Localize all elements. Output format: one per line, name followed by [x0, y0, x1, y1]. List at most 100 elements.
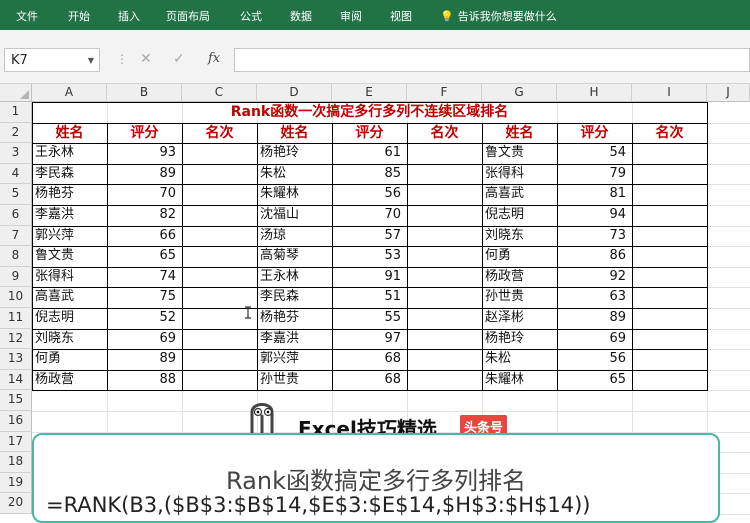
rank-cell[interactable] [407, 329, 482, 350]
ribbon-tab[interactable]: 公式 [240, 8, 262, 24]
score-cell[interactable]: 54 [557, 143, 632, 164]
name-cell[interactable]: 高菊琴 [257, 246, 332, 267]
name-cell[interactable]: 朱松 [257, 164, 332, 185]
header-cell[interactable]: 名次 [632, 123, 707, 144]
score-cell[interactable]: 65 [107, 246, 182, 267]
name-box[interactable]: K7 ▼ [4, 48, 100, 72]
score-cell[interactable]: 82 [107, 205, 182, 226]
score-cell[interactable]: 86 [557, 246, 632, 267]
name-cell[interactable]: 王永林 [257, 267, 332, 288]
score-cell[interactable]: 89 [107, 349, 182, 370]
row-header[interactable]: 5 [0, 184, 32, 205]
name-cell[interactable]: 王永林 [32, 143, 107, 164]
row-header[interactable]: 3 [0, 143, 32, 164]
ribbon-tab[interactable]: 数据 [290, 8, 312, 24]
score-cell[interactable]: 89 [107, 164, 182, 185]
header-cell[interactable]: 姓名 [482, 123, 557, 144]
rank-cell[interactable] [407, 287, 482, 308]
header-cell[interactable]: 姓名 [32, 123, 107, 144]
row-header[interactable]: 17 [0, 431, 32, 453]
rank-cell[interactable] [182, 143, 257, 164]
score-cell[interactable]: 85 [332, 164, 407, 185]
rank-cell[interactable] [407, 184, 482, 205]
column-header[interactable]: A [32, 84, 107, 102]
rank-cell[interactable] [407, 226, 482, 247]
row-header[interactable]: 7 [0, 225, 32, 247]
name-cell[interactable]: 张得科 [32, 267, 107, 288]
column-header[interactable]: H [557, 84, 632, 102]
column-header[interactable]: J [707, 84, 750, 102]
row-header[interactable]: 15 [0, 390, 32, 411]
row-header[interactable]: 11 [0, 308, 32, 329]
row-header[interactable]: 12 [0, 328, 32, 350]
row-header[interactable]: 2 [0, 122, 32, 144]
score-cell[interactable]: 73 [557, 226, 632, 247]
rank-cell[interactable] [407, 349, 482, 370]
row-header[interactable]: 19 [0, 472, 32, 494]
row-header[interactable]: 8 [0, 246, 32, 267]
rank-cell[interactable] [632, 267, 707, 288]
rank-cell[interactable] [407, 308, 482, 329]
ribbon-tab[interactable]: 插入 [118, 8, 140, 24]
ribbon-tab[interactable]: 文件 [16, 8, 38, 24]
score-cell[interactable]: 53 [332, 246, 407, 267]
header-cell[interactable]: 评分 [332, 123, 407, 144]
column-header[interactable]: B [107, 84, 182, 102]
column-header[interactable]: D [257, 84, 332, 102]
name-cell[interactable]: 倪志明 [32, 308, 107, 329]
row-header[interactable]: 10 [0, 287, 32, 308]
ribbon-tab[interactable]: 页面布局 [166, 8, 210, 24]
rank-cell[interactable] [632, 246, 707, 267]
score-cell[interactable]: 97 [332, 329, 407, 350]
rank-cell[interactable] [407, 205, 482, 226]
score-cell[interactable]: 94 [557, 205, 632, 226]
tell-me-search[interactable]: 💡 告诉我你想要做什么 [440, 8, 557, 24]
rank-cell[interactable] [182, 246, 257, 267]
rank-cell[interactable] [182, 267, 257, 288]
score-cell[interactable]: 92 [557, 267, 632, 288]
rank-cell[interactable] [632, 164, 707, 185]
score-cell[interactable]: 57 [332, 226, 407, 247]
rank-cell[interactable] [182, 349, 257, 370]
name-cell[interactable]: 杨艳玲 [482, 329, 557, 350]
name-cell[interactable]: 何勇 [482, 246, 557, 267]
confirm-icon[interactable]: ✓ [173, 51, 185, 67]
score-cell[interactable]: 70 [107, 184, 182, 205]
name-cell[interactable]: 朱松 [482, 349, 557, 370]
score-cell[interactable]: 79 [557, 164, 632, 185]
score-cell[interactable]: 56 [557, 349, 632, 370]
ribbon-tab[interactable]: 开始 [68, 8, 90, 24]
name-cell[interactable]: 杨艳芬 [32, 184, 107, 205]
row-header[interactable]: 14 [0, 369, 32, 391]
score-cell[interactable]: 56 [332, 184, 407, 205]
select-all-button[interactable] [0, 84, 32, 102]
rank-cell[interactable] [407, 143, 482, 164]
rank-cell[interactable] [182, 164, 257, 185]
rank-cell[interactable] [407, 267, 482, 288]
name-cell[interactable]: 何勇 [32, 349, 107, 370]
name-cell[interactable]: 杨政营 [482, 267, 557, 288]
name-cell[interactable]: 倪志明 [482, 205, 557, 226]
rank-cell[interactable] [632, 308, 707, 329]
score-cell[interactable]: 51 [332, 287, 407, 308]
rank-cell[interactable] [407, 164, 482, 185]
score-cell[interactable]: 70 [332, 205, 407, 226]
rank-cell[interactable] [632, 349, 707, 370]
score-cell[interactable]: 55 [332, 308, 407, 329]
rank-cell[interactable] [632, 287, 707, 308]
score-cell[interactable]: 68 [332, 370, 407, 391]
score-cell[interactable]: 65 [557, 370, 632, 391]
name-cell[interactable]: 沈福山 [257, 205, 332, 226]
rank-cell[interactable] [182, 287, 257, 308]
rank-cell[interactable] [632, 205, 707, 226]
name-cell[interactable]: 郭兴萍 [257, 349, 332, 370]
cancel-icon[interactable]: ✕ [140, 51, 152, 67]
rank-cell[interactable] [182, 205, 257, 226]
ribbon-tab[interactable]: 视图 [390, 8, 412, 24]
name-cell[interactable]: 杨艳芬 [257, 308, 332, 329]
chevron-down-icon[interactable]: ▼ [88, 56, 94, 65]
name-cell[interactable]: 郭兴萍 [32, 226, 107, 247]
ribbon-tab[interactable]: 审阅 [340, 8, 362, 24]
name-cell[interactable]: 孙世贵 [482, 287, 557, 308]
score-cell[interactable]: 93 [107, 143, 182, 164]
